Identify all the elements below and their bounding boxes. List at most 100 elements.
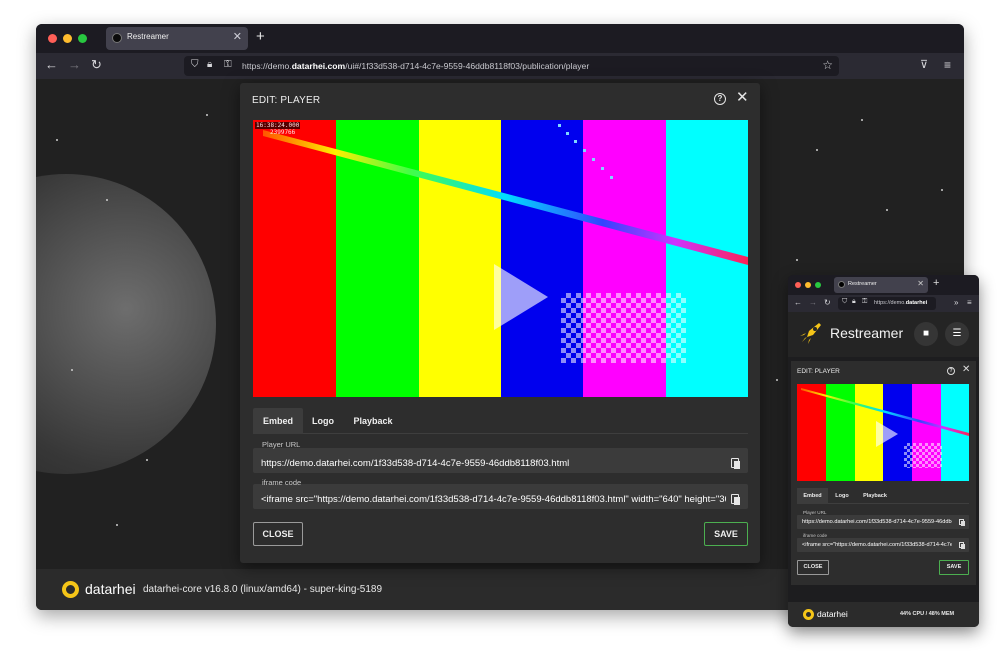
restreamer-rocket-logo-icon (800, 323, 821, 344)
new-tab-button[interactable]: + (256, 29, 265, 45)
app-footer: datarhei 44% CPU / 48% MEM (788, 602, 979, 627)
close-window-button[interactable] (795, 282, 801, 288)
tab-playback[interactable]: Playback (856, 488, 894, 504)
key-icon[interactable]: ⚿ (862, 298, 867, 306)
iframe-code-field[interactable]: iframe code <iframe src="https://demo.da… (253, 478, 748, 509)
maximize-window-button[interactable] (78, 34, 87, 43)
tab-logo[interactable]: Logo (830, 488, 854, 504)
test-dot (592, 158, 595, 161)
datarhei-logo-icon (803, 609, 814, 620)
tab-embed[interactable]: Embed (797, 488, 828, 504)
player-url-field[interactable]: Player URL https://demo.datarhei.com/1f3… (253, 440, 748, 473)
copy-icon[interactable] (959, 519, 965, 526)
mobile-browser-window: Restreamer ✕ + ← → ↻ ⛉ 🔒︎ ⚿ https://demo… (788, 275, 979, 627)
lock-icon[interactable]: 🔒︎ (852, 298, 856, 306)
star-dot (776, 379, 778, 381)
copy-icon[interactable] (959, 542, 965, 549)
bookmark-star-icon[interactable]: ☆ (822, 58, 833, 72)
resource-stats: 44% CPU / 48% MEM (900, 611, 955, 617)
player-url-field[interactable]: https://demo.datarhei.com/1f33d538-d714-… (797, 515, 969, 529)
star-dot (796, 259, 798, 261)
close-tab-icon[interactable]: ✕ (917, 279, 924, 288)
iframe-code-field[interactable]: <iframe src="https://demo.datarhei.com/1… (797, 538, 969, 552)
edit-player-dialog: EDIT: PLAYER ? ✕ Embed Logo Playback Pla… (791, 361, 976, 585)
tab-title: Restreamer (127, 32, 169, 41)
test-dot (558, 124, 561, 127)
tab-bar: Embed Logo Playback (253, 408, 748, 434)
forward-icon[interactable]: → (68, 57, 81, 73)
overflow-chevrons-icon[interactable]: » (954, 298, 958, 308)
video-camera-icon[interactable]: ■ (914, 322, 938, 346)
copy-icon[interactable] (731, 458, 740, 469)
menu-icon[interactable]: ≡ (967, 298, 972, 308)
reload-icon[interactable]: ↻ (91, 57, 102, 73)
back-icon[interactable]: ← (45, 57, 58, 73)
star-dot (941, 189, 943, 191)
lock-icon[interactable]: 🔒︎ (207, 58, 212, 72)
play-icon[interactable] (494, 264, 548, 330)
star-dot (206, 114, 208, 116)
player-url-value: https://demo.datarhei.com/1f33d538-d714-… (802, 519, 952, 525)
star-dot (106, 199, 108, 201)
player-frame-counter: 2399766 (270, 129, 296, 136)
url-text: https://demo.datarhei (874, 300, 928, 306)
back-icon[interactable]: ← (794, 298, 802, 308)
app-title: Restreamer (830, 325, 904, 341)
save-button[interactable]: SAVE (939, 560, 969, 575)
test-dot (566, 132, 569, 135)
core-version-info: datarhei-core v16.8.0 (linux/amd64) - su… (143, 584, 383, 595)
checkerboard-pattern (904, 443, 942, 468)
maximize-window-button[interactable] (815, 282, 821, 288)
save-button[interactable]: SAVE (704, 522, 748, 546)
close-tab-icon[interactable]: ✕ (233, 30, 242, 43)
reload-icon[interactable]: ↻ (824, 298, 831, 308)
forward-icon[interactable]: → (809, 298, 817, 308)
close-button[interactable]: CLOSE (253, 522, 303, 546)
address-bar[interactable]: ⛉ 🔒︎ ⚿ https://demo.datarhei.com/ui#/1f3… (184, 56, 839, 76)
address-bar[interactable]: ⛉ 🔒︎ ⚿ https://demo.datarhei (838, 297, 936, 310)
close-icon[interactable]: ✕ (962, 364, 970, 375)
iframe-code-value: <iframe src="https://demo.datarhei.com/1… (802, 542, 952, 548)
key-icon[interactable]: ⚿ (224, 58, 232, 72)
iframe-code-label: iframe code (262, 478, 302, 487)
tab-embed[interactable]: Embed (253, 408, 303, 434)
shield-icon[interactable]: ⛉ (842, 298, 847, 306)
tab-bar: Embed Logo Playback (797, 488, 969, 504)
tab-bar: Restreamer ✕ + (788, 275, 979, 295)
test-dot (610, 176, 613, 179)
moon-background-image (36, 174, 216, 474)
tab-playback[interactable]: Playback (345, 408, 401, 434)
star-dot (56, 139, 58, 141)
play-icon[interactable] (876, 421, 898, 447)
navigation-bar: ← → ↻ ⛉ 🔒︎ ⚿ https://demo.datarhei.com/u… (36, 53, 964, 79)
tab-title: Restreamer (848, 281, 877, 287)
menu-icon[interactable]: ≡ (944, 57, 951, 73)
close-icon[interactable]: ✕ (736, 89, 749, 107)
minimize-window-button[interactable] (805, 282, 811, 288)
brand-name: datarhei (817, 609, 848, 619)
minimize-window-button[interactable] (63, 34, 72, 43)
iframe-code-value: <iframe src="https://demo.datarhei.com/1… (261, 494, 726, 505)
star-dot (861, 119, 863, 121)
close-window-button[interactable] (48, 34, 57, 43)
browser-tab[interactable]: Restreamer ✕ (834, 277, 928, 293)
app-header: Restreamer ■ ☰ (788, 312, 979, 357)
checkerboard-pattern (561, 293, 686, 363)
navigation-bar: ← → ↻ ⛉ 🔒︎ ⚿ https://demo.datarhei » ≡ (788, 295, 979, 312)
close-button[interactable]: CLOSE (797, 560, 829, 575)
pocket-icon[interactable]: ⊽ (920, 57, 928, 73)
brand-name: datarhei (85, 581, 136, 597)
help-icon[interactable]: ? (947, 367, 955, 375)
help-icon[interactable]: ? (714, 93, 726, 105)
settings-menu-icon[interactable]: ☰ (945, 322, 969, 346)
player-timecode: 16:38:24.000 (255, 122, 301, 129)
tab-logo[interactable]: Logo (305, 408, 341, 434)
shield-icon[interactable]: ⛉ (191, 58, 199, 72)
player-url-value: https://demo.datarhei.com/1f33d538-d714-… (261, 458, 570, 469)
video-player-preview[interactable] (797, 384, 969, 481)
video-player-preview[interactable]: 16:38:24.000 2399766 (253, 120, 748, 397)
new-tab-button[interactable]: + (933, 277, 939, 289)
copy-icon[interactable] (731, 494, 740, 505)
browser-tab[interactable]: Restreamer ✕ (106, 27, 248, 50)
edit-player-dialog: EDIT: PLAYER ? ✕ 16:38:24.000 2399766 Em… (240, 83, 760, 563)
